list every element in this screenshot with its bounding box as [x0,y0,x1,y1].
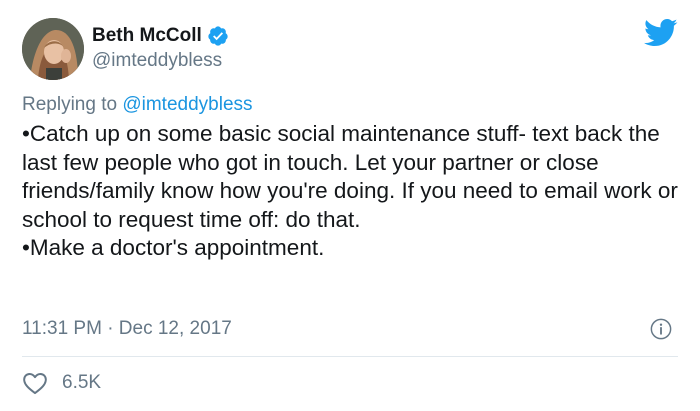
tweet-paragraph: •Catch up on some basic social maintenan… [22,121,678,232]
verified-badge-icon [208,26,228,46]
like-action[interactable]: 6.5K [22,370,101,396]
replying-prefix: Replying to [22,94,123,115]
reply-mention-link[interactable]: @imteddybless [122,94,252,115]
author-handle[interactable]: @imteddybless [92,50,222,72]
tweet-card: Beth McColl @imteddybless Replying to @i… [0,0,700,411]
info-icon[interactable] [650,318,672,340]
tweet-paragraph: •Make a doctor's appointment. [22,235,325,260]
like-count: 6.5K [62,372,102,393]
avatar[interactable] [22,18,84,80]
author-name-row: Beth McColl [92,24,229,48]
display-name[interactable]: Beth McColl [92,25,202,47]
twitter-bird-icon[interactable] [644,18,678,48]
heart-icon[interactable] [22,371,48,395]
tweet-body: •Catch up on some basic social maintenan… [22,120,682,263]
profile-photo [22,18,84,80]
tweet-timestamp[interactable]: 11:31 PM · Dec 12, 2017 [22,318,232,340]
replying-to: Replying to @imteddybless [22,94,253,116]
divider [22,356,678,357]
